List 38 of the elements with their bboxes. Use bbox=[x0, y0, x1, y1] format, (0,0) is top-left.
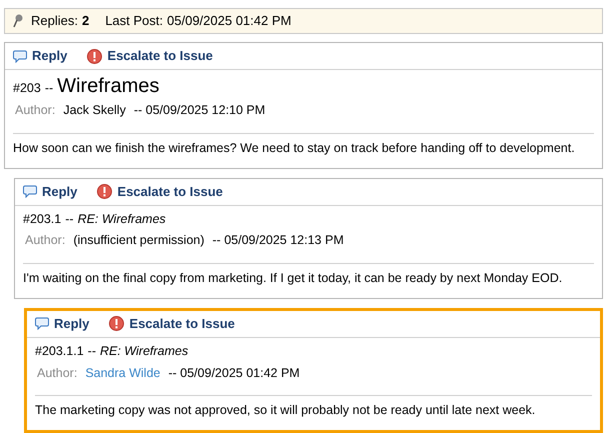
author-name: Jack Skelly bbox=[63, 102, 126, 119]
reply-button[interactable]: Reply bbox=[35, 314, 90, 334]
separator: -- bbox=[65, 210, 74, 228]
replies-label: Replies: bbox=[31, 12, 78, 30]
post-title: RE: Wireframes bbox=[78, 210, 166, 228]
last-post-date: 05/09/2025 01:42 PM bbox=[167, 12, 292, 30]
post-date: -- 05/09/2025 12:13 PM bbox=[212, 232, 344, 250]
escalate-button[interactable]: Escalate to Issue bbox=[109, 314, 235, 334]
separator: -- bbox=[44, 80, 54, 97]
post-number: #203.1.1 bbox=[35, 342, 84, 360]
post-title: RE: Wireframes bbox=[100, 342, 188, 360]
alert-icon bbox=[97, 184, 112, 199]
reply-button[interactable]: Reply bbox=[23, 182, 78, 202]
escalate-button[interactable]: Escalate to Issue bbox=[97, 182, 223, 202]
post-date: -- 05/09/2025 01:42 PM bbox=[168, 364, 300, 382]
author-name: (insufficient permission) bbox=[73, 232, 204, 250]
speech-bubble-icon bbox=[35, 317, 49, 330]
post-body: I'm waiting on the final copy from marketing. If I get it today, it can be ready by next Monday EOD. bbox=[23, 270, 564, 287]
speech-bubble-icon bbox=[23, 185, 37, 198]
reply-button[interactable]: Reply bbox=[13, 46, 68, 66]
alert-icon bbox=[87, 48, 102, 64]
speech-bubble-icon bbox=[13, 50, 27, 62]
last-post-label: Last Post: bbox=[105, 12, 164, 30]
post-number: #203 bbox=[13, 80, 41, 97]
separator: -- bbox=[88, 342, 96, 360]
post-number: #203.1 bbox=[23, 210, 62, 228]
author-label: Author: bbox=[37, 364, 78, 382]
escalate-button[interactable]: Escalate to Issue bbox=[87, 46, 213, 66]
post-date: -- 05/09/2025 12:10 PM bbox=[134, 102, 266, 119]
author-label: Author: bbox=[25, 232, 66, 250]
alert-icon bbox=[109, 316, 124, 332]
pushpin-icon bbox=[13, 14, 23, 28]
replies-count: 2 bbox=[82, 12, 90, 30]
author-label: Author: bbox=[15, 102, 56, 119]
post-body: How soon can we finish the wireframes? We need to stay on track before handing off to development. bbox=[13, 140, 576, 157]
author-link[interactable]: Sandra Wilde bbox=[85, 364, 160, 382]
post-body: The marketing copy was not approved, so it will probably not be ready until late next week. bbox=[35, 402, 536, 420]
post-title: Wireframes bbox=[57, 74, 160, 98]
